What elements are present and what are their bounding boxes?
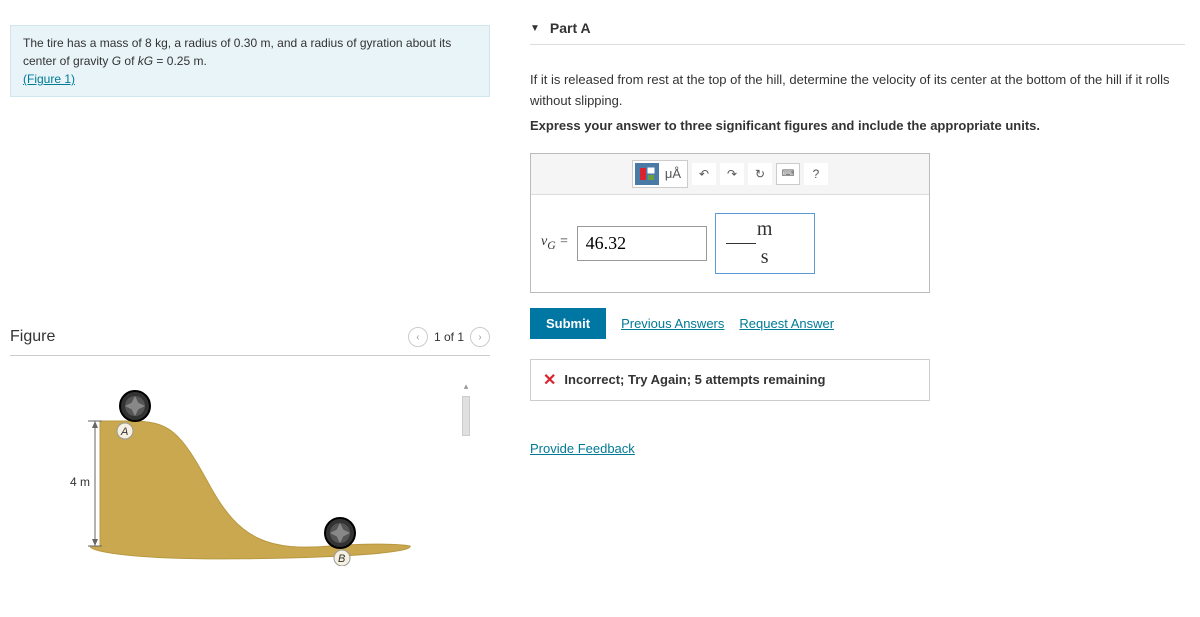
keyboard-icon[interactable]: ⌨	[776, 163, 800, 185]
units-button[interactable]: μÅ	[661, 163, 685, 185]
text: , a radius of 0.30	[168, 36, 261, 50]
question-text: If it is released from rest at the top o…	[530, 70, 1185, 112]
height-label: 4 m	[70, 475, 90, 489]
var: G	[112, 54, 121, 68]
unit-numerator: m	[726, 218, 804, 241]
value-input[interactable]	[577, 226, 707, 261]
left-panel: The tire has a mass of 8 kg, a radius of…	[0, 0, 500, 617]
feedback-text: Incorrect; Try Again; 5 attempts remaini…	[564, 372, 825, 387]
previous-answers-link[interactable]: Previous Answers	[621, 316, 724, 331]
collapse-icon: ▼	[530, 23, 540, 34]
scrollbar-handle[interactable]	[462, 396, 470, 436]
unit: m	[193, 54, 203, 68]
reset-icon[interactable]: ↻	[748, 163, 772, 185]
var: kG	[138, 54, 153, 68]
text: .	[203, 54, 206, 68]
unit-denominator: s	[726, 246, 804, 269]
instruction-text: Express your answer to three significant…	[530, 118, 1185, 133]
action-row: Submit Previous Answers Request Answer	[530, 308, 1185, 339]
unit: kg	[155, 36, 168, 50]
feedback-box: ✕ Incorrect; Try Again; 5 attempts remai…	[530, 359, 930, 401]
redo-icon[interactable]: ↷	[720, 163, 744, 185]
figure-image: ▴ 4 m A	[70, 366, 470, 566]
variable-label: vG =	[541, 234, 569, 252]
part-title: Part A	[550, 20, 591, 36]
text: of	[121, 54, 138, 68]
figure-title: Figure	[10, 328, 55, 346]
figure-pager: ‹ 1 of 1 ›	[408, 327, 490, 347]
figure-section: Figure ‹ 1 of 1 › ▴ 4 m	[0, 327, 500, 566]
provide-feedback-link[interactable]: Provide Feedback	[530, 441, 1185, 456]
part-header[interactable]: ▼ Part A	[530, 20, 1185, 45]
problem-statement: The tire has a mass of 8 kg, a radius of…	[10, 25, 490, 97]
unit: m	[260, 36, 270, 50]
template-icon[interactable]	[635, 163, 659, 185]
pager-prev-button[interactable]: ‹	[408, 327, 428, 347]
answer-input-row: vG = m s	[531, 195, 929, 292]
scroll-up-icon[interactable]: ▴	[462, 381, 470, 393]
help-button[interactable]: ?	[804, 163, 828, 185]
svg-text:A: A	[120, 426, 128, 438]
fraction-line	[726, 243, 756, 244]
svg-text:B: B	[338, 553, 345, 565]
pager-next-button[interactable]: ›	[470, 327, 490, 347]
undo-icon[interactable]: ↶	[692, 163, 716, 185]
unit-input[interactable]: m s	[715, 213, 815, 274]
request-answer-link[interactable]: Request Answer	[739, 316, 834, 331]
incorrect-icon: ✕	[543, 370, 556, 390]
pager-label: 1 of 1	[434, 330, 464, 344]
text: = 0.25	[153, 54, 193, 68]
answer-box: μÅ ↶ ↷ ↻ ⌨ ? vG = m s	[530, 153, 930, 293]
right-panel: ▼ Part A If it is released from rest at …	[500, 0, 1200, 617]
submit-button[interactable]: Submit	[530, 308, 606, 339]
text: The tire has a mass of 8	[23, 36, 155, 50]
figure-link[interactable]: (Figure 1)	[23, 72, 75, 86]
answer-toolbar: μÅ ↶ ↷ ↻ ⌨ ?	[531, 154, 929, 195]
